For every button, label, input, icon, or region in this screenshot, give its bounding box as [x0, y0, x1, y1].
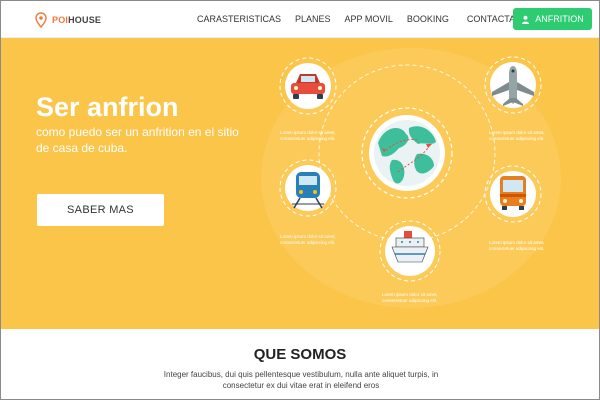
top-navbar: POIHOUSE CARASTERISTICAS PLANES APP MOVI… — [1, 1, 599, 38]
airplane-icon — [484, 56, 542, 114]
brand-logo[interactable]: POIHOUSE — [35, 12, 101, 28]
saber-mas-button[interactable]: SABER MAS — [37, 194, 164, 226]
plane-caption-line2: consectetuer adipiscing elit. — [489, 136, 544, 141]
plane-caption-line1: Lorem ipsum dolor sit amet, — [489, 130, 545, 135]
anfrition-button-label: ANFRITION — [535, 14, 584, 24]
train-caption-line2: consectetuer adipiscing elit. — [280, 240, 335, 245]
ship-caption-line1: Lorem ipsum dolor sit amet, — [382, 292, 438, 297]
about-text: Integer faucibus, dui quis pellentesque … — [163, 370, 439, 390]
about-section: QUE SOMOS Integer faucibus, dui quis pel… — [1, 329, 599, 399]
bus-caption-line1: Lorem ipsum dolor sit amet, — [489, 240, 545, 245]
hero-title: Ser anfrion — [36, 92, 179, 122]
hero-section: Ser anfrion como puedo ser un anfrition … — [1, 38, 599, 329]
nav-link-planes[interactable]: PLANES — [295, 14, 331, 24]
location-pin-icon — [35, 12, 47, 28]
nav-link-app-movil[interactable]: APP MOVIL — [345, 14, 393, 24]
ship-caption-line2: consectetuer adipiscing elit. — [382, 298, 437, 303]
bus-caption-line2: consectetuer adipiscing elit. — [489, 246, 544, 251]
train-caption-line1: Lorem ipsum dolor sit amet, — [280, 234, 336, 239]
brand-name: POIHOUSE — [52, 15, 102, 25]
nav-link-caracteristicas[interactable]: CARASTERISTICAS — [197, 14, 281, 24]
car-icon — [279, 57, 337, 115]
nav-link-booking[interactable]: BOOKING — [407, 14, 449, 24]
nav-links: CARASTERISTICAS PLANES APP MOVIL BOOKING… — [197, 14, 549, 24]
page-frame: POIHOUSE CARASTERISTICAS PLANES APP MOVI… — [0, 0, 600, 400]
globe-icon — [361, 107, 453, 199]
car-caption-line2: consectetuer adipiscing elit. — [280, 136, 335, 141]
car-caption-line1: Lorem ipsum dolor sit amet, — [280, 130, 336, 135]
user-icon — [522, 15, 530, 24]
hero-subtitle: como puedo ser un anfrition en el sitio … — [36, 125, 239, 155]
travel-illustration: Lorem ipsum dolor sit amet, consectetuer… — [261, 48, 561, 308]
anfrition-button[interactable]: ANFRITION — [513, 8, 592, 30]
about-title: QUE SOMOS — [253, 346, 347, 363]
